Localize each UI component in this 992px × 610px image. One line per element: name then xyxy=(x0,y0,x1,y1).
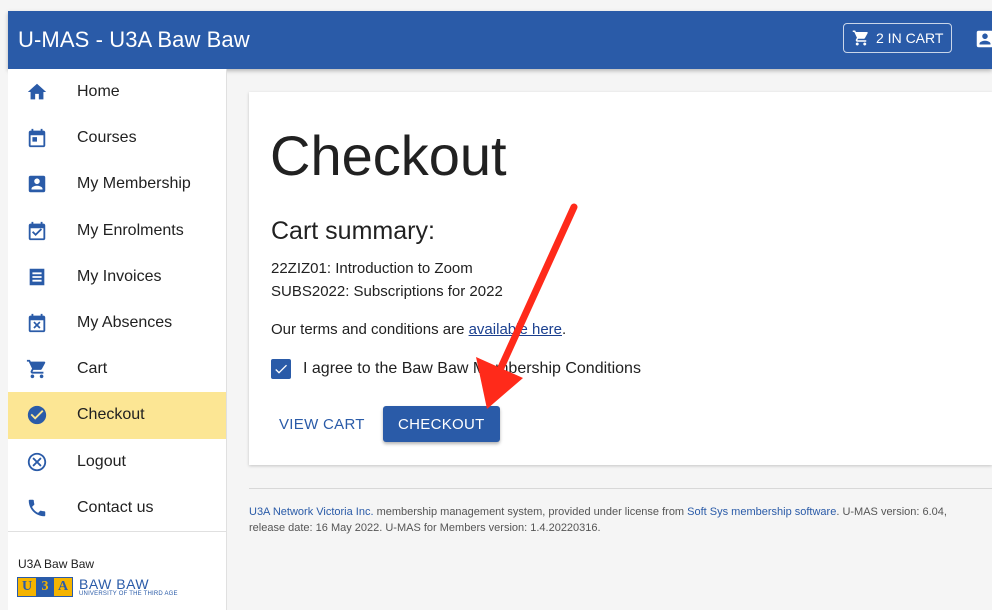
terms-prefix: Our terms and conditions are xyxy=(271,321,469,338)
cart-icon xyxy=(852,30,868,46)
sidebar-item-label: Contact us xyxy=(77,498,154,516)
logo-text: BAW BAW UNIVERSITY OF THE THIRD AGE xyxy=(79,577,178,597)
check-icon xyxy=(275,364,287,374)
footer: U3A Network Victoria Inc. membership man… xyxy=(249,504,984,536)
receipt-icon xyxy=(26,266,48,288)
sidebar-item-contact-us[interactable]: Contact us xyxy=(8,485,226,531)
sidebar-item-my-absences[interactable]: My Absences xyxy=(8,300,226,346)
terms-suffix: . xyxy=(562,321,567,338)
agree-label[interactable]: I agree to the Baw Baw Membership Condit… xyxy=(303,360,641,378)
agree-checkbox[interactable] xyxy=(271,359,291,379)
sidebar-item-label: Courses xyxy=(77,129,137,147)
cart-line-item: 22ZIZ01: Introduction to Zoom xyxy=(271,260,473,277)
cart-icon xyxy=(26,358,48,380)
phone-icon xyxy=(26,497,48,519)
sidebar-item-home[interactable]: Home xyxy=(8,69,226,115)
sidebar: Home Courses My Membership My Enrolments… xyxy=(8,69,227,610)
sidebar-item-label: Home xyxy=(77,83,120,101)
sidebar-item-checkout[interactable]: Checkout xyxy=(8,392,226,439)
u3a-logo-mark: U 3 A xyxy=(17,577,73,597)
sidebar-item-my-enrolments[interactable]: My Enrolments xyxy=(8,208,226,254)
home-icon xyxy=(26,81,48,103)
terms-link[interactable]: available here xyxy=(469,321,562,338)
cart-button-label: 2 IN CART xyxy=(876,30,944,46)
sidebar-item-label: Checkout xyxy=(77,406,145,424)
check-circle-icon xyxy=(26,404,48,426)
footer-divider xyxy=(249,488,992,489)
view-cart-button[interactable]: VIEW CART xyxy=(271,406,373,442)
checkout-button[interactable]: CHECKOUT xyxy=(383,406,500,442)
sidebar-item-my-membership[interactable]: My Membership xyxy=(8,161,226,207)
vendor-footer-link[interactable]: Soft Sys membership software xyxy=(687,506,836,518)
terms-text: Our terms and conditions are available h… xyxy=(271,321,566,338)
sidebar-item-label: My Invoices xyxy=(77,267,162,285)
agree-row: I agree to the Baw Baw Membership Condit… xyxy=(271,359,641,379)
cart-summary-heading: Cart summary: xyxy=(271,217,435,245)
logo-tagline: UNIVERSITY OF THE THIRD AGE xyxy=(79,591,178,597)
account-icon[interactable] xyxy=(974,28,992,50)
sidebar-item-label: My Membership xyxy=(77,175,191,193)
calendar-check-icon xyxy=(26,220,48,242)
checkout-card: Checkout Cart summary: 22ZIZ01: Introduc… xyxy=(249,92,992,465)
sidebar-item-label: My Enrolments xyxy=(77,221,184,239)
sidebar-item-label: Logout xyxy=(77,452,126,470)
cart-line-item: SUBS2022: Subscriptions for 2022 xyxy=(271,283,503,300)
sidebar-divider xyxy=(8,530,226,532)
sidebar-item-logout[interactable]: Logout xyxy=(8,439,226,485)
sidebar-item-label: My Absences xyxy=(77,314,173,332)
close-circle-icon xyxy=(26,451,48,473)
logo-name: BAW BAW xyxy=(79,576,150,592)
cart-button[interactable]: 2 IN CART xyxy=(843,23,953,53)
calendar-icon xyxy=(26,127,48,149)
org-footer-link[interactable]: U3A Network Victoria Inc. xyxy=(249,506,374,518)
sidebar-item-my-invoices[interactable]: My Invoices xyxy=(8,254,226,300)
sidebar-item-label: Cart xyxy=(77,360,108,378)
account-box-icon xyxy=(26,173,48,195)
app-title: U-MAS - U3A Baw Baw xyxy=(18,27,250,52)
org-logo: U 3 A BAW BAW UNIVERSITY OF THE THIRD AG… xyxy=(17,577,178,597)
calendar-remove-icon xyxy=(26,312,48,334)
sidebar-item-cart[interactable]: Cart xyxy=(8,346,226,392)
org-name: U3A Baw Baw xyxy=(18,557,95,571)
sidebar-item-courses[interactable]: Courses xyxy=(8,115,226,161)
page-title: Checkout xyxy=(270,124,507,187)
footer-text: membership management system, provided u… xyxy=(373,506,688,518)
app-bar: U-MAS - U3A Baw Baw 2 IN CART xyxy=(8,11,992,69)
